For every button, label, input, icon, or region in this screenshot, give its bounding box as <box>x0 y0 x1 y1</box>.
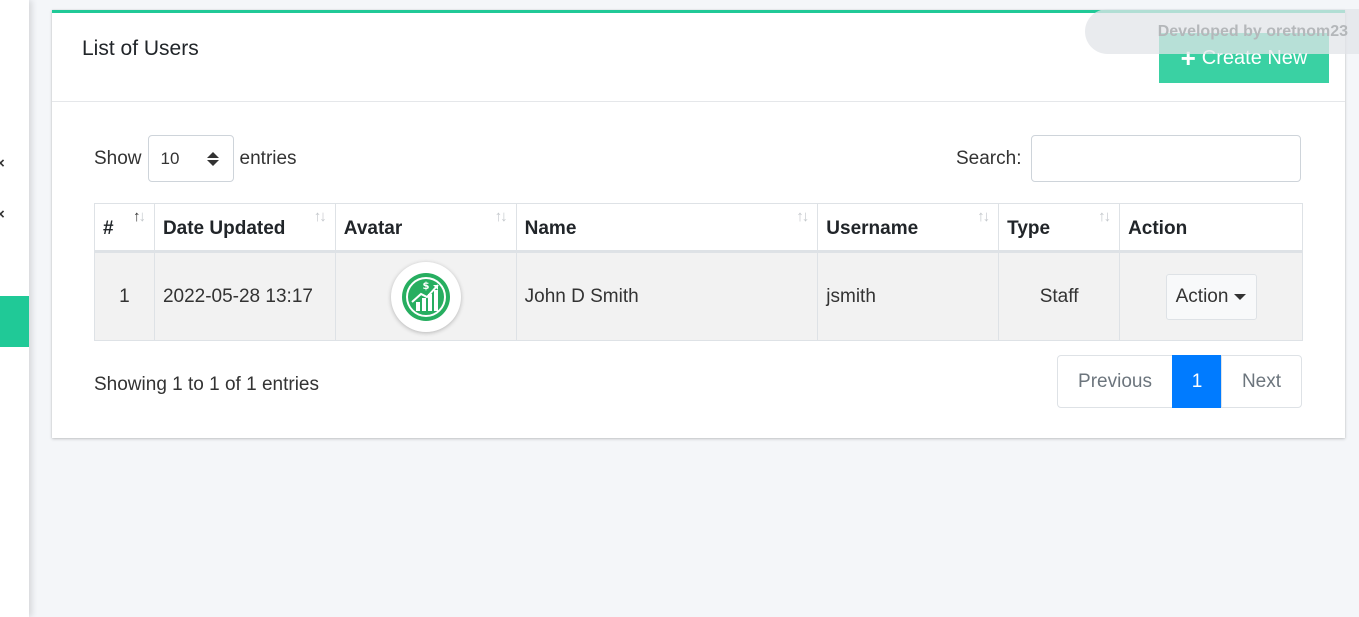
sort-icon: ↑↓ <box>132 208 146 225</box>
sort-icon: ↑↓ <box>1098 208 1111 225</box>
cell-action: Action <box>1119 251 1303 341</box>
close-icon[interactable]: × <box>0 207 6 222</box>
column-header-date-updated[interactable]: Date Updated ↑↓ <box>153 203 336 253</box>
developer-credit: Developed by oretnom23 <box>1085 9 1359 54</box>
sort-icon: ↑↓ <box>494 208 508 225</box>
column-header-name[interactable]: Name ↑↓ <box>515 203 819 253</box>
entries-select-value: 10 <box>160 148 180 168</box>
column-header-action: Action <box>1119 203 1303 253</box>
entries-select[interactable]: 10 <box>147 135 234 182</box>
table-row: 1 2022-05-28 13:17 $ John D Smith jsmith… <box>94 251 1303 341</box>
sort-icon: ↑↓ <box>796 208 809 225</box>
pagination: Previous 1 Next <box>1057 355 1302 408</box>
close-icon[interactable]: × <box>0 156 6 171</box>
column-header-type[interactable]: Type ↑↓ <box>998 203 1121 253</box>
table-info: Showing 1 to 1 of 1 entries <box>94 374 319 395</box>
avatar: $ <box>390 261 461 332</box>
next-button[interactable]: Next <box>1221 355 1302 408</box>
entries-label: entries <box>239 147 297 169</box>
sidebar: × × <box>0 0 29 617</box>
page-1-button[interactable]: 1 <box>1172 355 1222 408</box>
action-label: Action <box>1175 285 1229 307</box>
sort-icon: ↑↓ <box>313 208 327 225</box>
action-dropdown-button[interactable]: Action <box>1165 273 1257 320</box>
page-title: List of Users <box>82 37 199 60</box>
finance-logo-icon: $ <box>401 272 450 321</box>
cell-name: John D Smith <box>515 251 819 341</box>
cell-type: Staff <box>998 251 1121 341</box>
column-header-index[interactable]: # ↑↓ <box>94 203 155 253</box>
users-table: # ↑↓ Date Updated ↑↓ Avatar ↑↓ Name ↑↓ Usern… <box>94 203 1303 341</box>
entries-length-control: Show 10 entries <box>94 135 297 182</box>
search-input[interactable] <box>1031 135 1302 182</box>
caret-down-icon <box>1234 293 1247 300</box>
search-label: Search: <box>956 147 1022 169</box>
sidebar-active-item[interactable] <box>0 296 29 347</box>
cell-date-updated: 2022-05-28 13:17 <box>153 251 336 341</box>
column-header-avatar[interactable]: Avatar ↑↓ <box>334 203 517 253</box>
cell-username: jsmith <box>817 251 1000 341</box>
show-label: Show <box>94 147 142 169</box>
card-header: List of Users + Create New Developed by … <box>52 9 1359 102</box>
column-header-username[interactable]: Username ↑↓ <box>817 203 1000 253</box>
cell-index: 1 <box>94 251 155 341</box>
sort-icon: ↑↓ <box>977 208 990 225</box>
svg-text:$: $ <box>422 281 429 292</box>
cell-avatar: $ <box>334 251 517 341</box>
table-header-row: # ↑↓ Date Updated ↑↓ Avatar ↑↓ Name ↑↓ Usern… <box>94 203 1303 253</box>
select-arrows-icon <box>206 151 219 166</box>
users-card: List of Users + Create New Developed by … <box>52 9 1359 438</box>
previous-button[interactable]: Previous <box>1057 355 1173 408</box>
search-control: Search: <box>956 135 1302 182</box>
